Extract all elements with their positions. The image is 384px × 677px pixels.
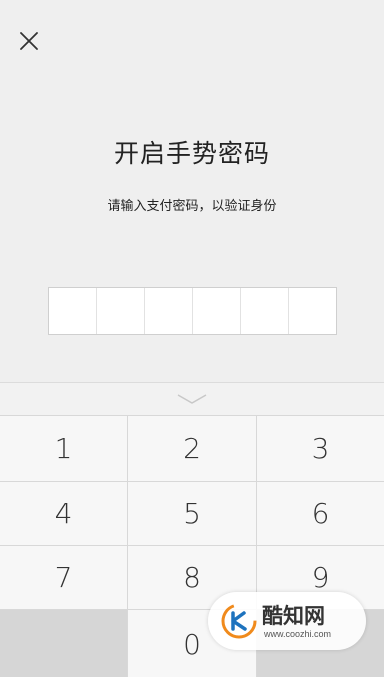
pin-cell [193, 288, 241, 334]
chevron-down-icon [177, 394, 207, 404]
key-6[interactable]: 6 [257, 482, 384, 546]
watermark: 酷知网 www.coozhi.com [208, 592, 366, 650]
close-button[interactable] [14, 26, 44, 56]
pin-cell [97, 288, 145, 334]
key-5[interactable]: 5 [128, 482, 257, 546]
coozhi-logo-icon [221, 603, 257, 639]
pin-cell [49, 288, 97, 334]
keyboard-collapse-button[interactable] [0, 383, 384, 415]
key-1[interactable]: 1 [0, 416, 128, 482]
pin-cell [145, 288, 193, 334]
key-2[interactable]: 2 [128, 416, 257, 482]
pin-input[interactable] [48, 287, 337, 335]
key-3[interactable]: 3 [257, 416, 384, 482]
key-blank-left [0, 610, 128, 677]
close-icon [20, 32, 38, 50]
key-7[interactable]: 7 [0, 546, 128, 610]
watermark-url: www.coozhi.com [264, 629, 332, 639]
key-4[interactable]: 4 [0, 482, 128, 546]
pin-cell [241, 288, 289, 334]
watermark-brand: 酷知网 [262, 604, 325, 628]
pin-cell [289, 288, 336, 334]
page-title: 开启手势密码 [113, 139, 270, 168]
page-subtitle: 请输入支付密码，以验证身份 [107, 199, 277, 214]
